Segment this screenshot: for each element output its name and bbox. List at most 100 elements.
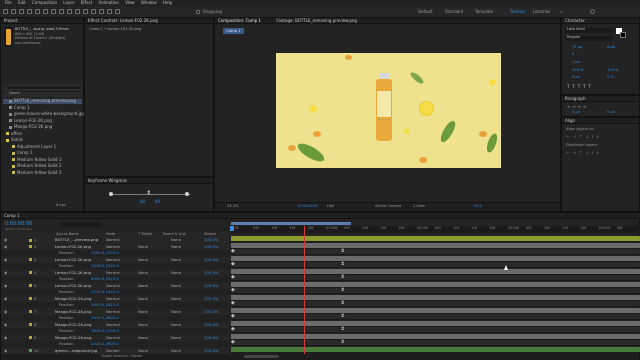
layer-duration-bar[interactable] (231, 333, 640, 340)
comp-timecode[interactable]: 0:00:00:00 (298, 204, 318, 209)
selection-tool-icon[interactable] (11, 9, 16, 14)
roto-brush-icon[interactable] (107, 9, 112, 14)
property-track[interactable]: ◆ ⧗ (231, 262, 640, 268)
exposure-value[interactable]: +0.0 (473, 204, 482, 209)
menu-view[interactable]: View (125, 1, 135, 5)
toggle-switches-modes[interactable]: Toggle Switches / Modes (101, 354, 142, 358)
snapping-checkbox-icon[interactable] (196, 10, 200, 14)
timeline-search-input[interactable] (61, 222, 101, 227)
keyframe-start-icon[interactable]: ◆ (231, 275, 235, 280)
font-size-value[interactable]: 72 px (572, 45, 582, 50)
project-item[interactable]: Comp 1 (3, 105, 82, 111)
project-item[interactable]: Lemon-F02-2K.png (3, 118, 82, 124)
stroke-width-value[interactable]: 1 px (572, 60, 580, 65)
comp-breadcrumb[interactable]: Comp 1 (223, 28, 244, 34)
eraser-tool-icon[interactable] (99, 9, 104, 14)
horizontal-scale-value[interactable]: 100 % (607, 68, 618, 73)
font-style-select[interactable]: Regular (565, 35, 613, 41)
project-item[interactable]: Adjustment Layer 1 (3, 144, 82, 150)
camera-select[interactable]: Active Camera (375, 204, 401, 209)
zoom-tool-icon[interactable] (27, 9, 32, 14)
indent-left-value[interactable]: 0 px (572, 110, 580, 115)
resolution-select[interactable]: Half (327, 204, 334, 209)
property-track[interactable]: ◆ ⧗ (231, 275, 640, 281)
menu-file[interactable]: File (5, 1, 12, 5)
playhead-line[interactable] (304, 226, 305, 354)
keyframe-end-icon[interactable]: ⧗ (341, 275, 345, 280)
project-item[interactable]: Medium Yellow Solid 1 (3, 157, 82, 163)
project-item[interactable]: Medium Yellow Solid 3 (3, 170, 82, 176)
menu-animation[interactable]: Animation (99, 1, 119, 5)
keyframe-start-icon[interactable]: ◆ (231, 327, 235, 332)
stroke-color-swatch[interactable] (620, 32, 626, 38)
workspace-default[interactable]: Default (418, 10, 433, 14)
current-time-indicator[interactable] (230, 226, 234, 231)
timeline-zoom-slider[interactable] (244, 355, 279, 358)
pan-behind-tool-icon[interactable] (51, 9, 56, 14)
keyframe-end-icon[interactable]: ⧗ (341, 327, 345, 332)
keyframe-start-icon[interactable]: ◆ (231, 288, 235, 293)
keyframe-end-icon[interactable]: ⧗ (341, 249, 345, 254)
property-track[interactable]: ◆ ⧗ (231, 301, 640, 307)
home-icon[interactable] (3, 9, 8, 14)
indent-right-value[interactable]: 0 px (607, 110, 615, 115)
property-track[interactable]: ◆ ⧗ (231, 314, 640, 320)
ease-out-value[interactable]: 80 (155, 200, 160, 204)
easing-slider-handle-right[interactable] (185, 192, 189, 196)
project-item[interactable]: Solids (3, 138, 82, 143)
keyframe-end-icon[interactable]: ⧗ (341, 301, 345, 306)
project-item[interactable]: offers (3, 131, 82, 137)
footage-tab[interactable]: Footage: BOTTLE_removing preview.png (276, 18, 357, 23)
menu-effect[interactable]: Effect (81, 1, 93, 5)
bpc-label[interactable]: 8 bpc (56, 203, 66, 208)
workspace-tutorial[interactable]: Tutorial (510, 10, 525, 14)
ease-in-value[interactable]: 80 (140, 200, 145, 204)
distribute-buttons[interactable]: ⊢⊣⊤⊥⊦⊧ (566, 151, 626, 155)
keyframe-start-icon[interactable]: ◆ (231, 340, 235, 345)
property-track[interactable]: ◆ ⧗ (231, 340, 640, 346)
kerning-value[interactable]: 0 (572, 52, 574, 57)
keyframe-end-icon[interactable]: ⧗ (341, 340, 345, 345)
keyframe-start-icon[interactable]: ◆ (231, 249, 235, 254)
layer-duration-bar[interactable] (231, 236, 640, 242)
project-item[interactable]: Comp 1 (3, 151, 82, 156)
baseline-shift-value[interactable]: 0 px (572, 75, 580, 80)
keyframe-start-icon[interactable]: ◆ (231, 314, 235, 319)
workspace-overflow-icon[interactable]: » (560, 10, 562, 14)
timeline-tab[interactable]: Comp 1 (1, 213, 640, 219)
property-track[interactable]: ◆ ⧗ (231, 249, 640, 255)
camera-tool-icon[interactable] (43, 9, 48, 14)
name-column-header[interactable]: Name (3, 91, 82, 97)
clone-tool-icon[interactable] (91, 9, 96, 14)
workspace-template[interactable]: Template (475, 10, 493, 14)
layer-duration-bar[interactable] (231, 346, 640, 353)
keyframe-end-icon[interactable]: ⧗ (341, 288, 345, 293)
layer-duration-bar[interactable] (231, 281, 640, 288)
project-item[interactable]: Mango-R12-2K.png (3, 125, 82, 130)
property-track[interactable]: ◆ ⧗ (231, 288, 640, 294)
menu-help[interactable]: Help (163, 1, 172, 5)
leading-value[interactable]: Auto (607, 45, 615, 50)
type-tool-icon[interactable] (75, 9, 80, 14)
time-ruler[interactable]: 0f 05f 10f 15f 20f 01:00f 05f 10f 15f 20f 02:00f 05… (231, 226, 640, 233)
hand-tool-icon[interactable] (19, 9, 24, 14)
menu-composition[interactable]: Composition (32, 1, 57, 5)
layer-duration-bar[interactable] (231, 242, 640, 249)
work-area-bar[interactable] (231, 222, 351, 225)
composition-tab[interactable]: Composition: Comp 1 (218, 18, 261, 23)
layer-duration-bar[interactable] (231, 294, 640, 301)
workspace-standard[interactable]: Standard (445, 10, 463, 14)
menu-edit[interactable]: Edit (18, 1, 26, 5)
easing-slider-handle-left[interactable] (109, 192, 113, 196)
keyframe-end-icon[interactable]: ⧗ (341, 314, 345, 319)
mask-tool-icon[interactable] (59, 9, 64, 14)
keyframe-end-icon[interactable]: ⧗ (341, 262, 345, 267)
keyframe-start-icon[interactable]: ◆ (231, 301, 235, 306)
workspace-libraries[interactable]: Libraries (533, 10, 550, 14)
faux-style-buttons[interactable]: TTTTT (567, 85, 637, 90)
composition-canvas[interactable] (276, 53, 501, 168)
menu-layer[interactable]: Layer (63, 1, 74, 5)
pen-tool-icon[interactable] (67, 9, 72, 14)
layer-duration-bar[interactable] (231, 307, 640, 314)
brush-tool-icon[interactable] (83, 9, 88, 14)
